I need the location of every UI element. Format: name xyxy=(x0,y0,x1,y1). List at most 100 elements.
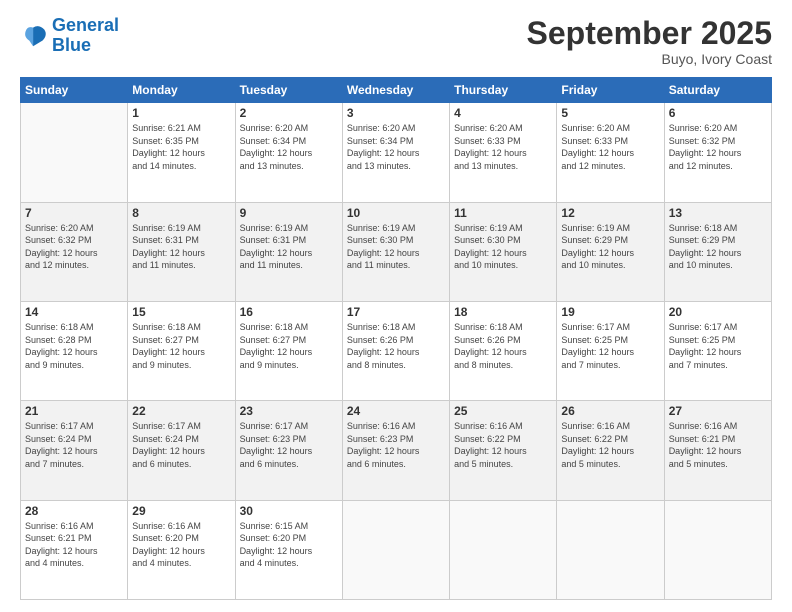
location-subtitle: Buyo, Ivory Coast xyxy=(527,51,772,67)
day-info: Sunrise: 6:16 AMSunset: 6:23 PMDaylight:… xyxy=(347,420,445,470)
calendar-cell xyxy=(21,103,128,202)
calendar-cell: 4Sunrise: 6:20 AMSunset: 6:33 PMDaylight… xyxy=(450,103,557,202)
column-header-monday: Monday xyxy=(128,78,235,103)
day-info: Sunrise: 6:18 AMSunset: 6:29 PMDaylight:… xyxy=(669,222,767,272)
day-number: 23 xyxy=(240,404,338,418)
logo: General Blue xyxy=(20,16,119,56)
calendar-header-row: SundayMondayTuesdayWednesdayThursdayFrid… xyxy=(21,78,772,103)
day-info: Sunrise: 6:19 AMSunset: 6:30 PMDaylight:… xyxy=(454,222,552,272)
calendar-cell: 18 Sunrise: 6:18 AMSunset: 6:26 PMDayligh… xyxy=(450,301,557,400)
page: General Blue September 2025 Buyo, Ivory … xyxy=(0,0,792,612)
calendar-cell: 10Sunrise: 6:19 AMSunset: 6:30 PMDayligh… xyxy=(342,202,449,301)
calendar-cell: 22 Sunrise: 6:17 AMSunset: 6:24 PMDayligh… xyxy=(128,401,235,500)
day-info: Sunrise: 6:16 AMSunset: 6:21 PMDaylight:… xyxy=(669,420,767,470)
day-info: Sunrise: 6:19 AMSunset: 6:30 PMDaylight:… xyxy=(347,222,445,272)
day-number: 19 xyxy=(561,305,659,319)
day-info: Sunrise: 6:20 AMSunset: 6:33 PMDaylight:… xyxy=(561,122,659,172)
calendar-cell: 16Sunrise: 6:18 AMSunset: 6:27 PMDayligh… xyxy=(235,301,342,400)
day-info: Sunrise: 6:17 AMSunset: 6:23 PMDaylight:… xyxy=(240,420,338,470)
calendar-cell: 29Sunrise: 6:16 AMSunset: 6:20 PMDayligh… xyxy=(128,500,235,599)
day-number: 13 xyxy=(669,206,767,220)
day-info: Sunrise: 6:19 AMSunset: 6:31 PMDaylight:… xyxy=(132,222,230,272)
day-number: 1 xyxy=(132,106,230,120)
calendar-cell: 12 Sunrise: 6:19 AMSunset: 6:29 PMDayligh… xyxy=(557,202,664,301)
column-header-wednesday: Wednesday xyxy=(342,78,449,103)
calendar-cell: 11Sunrise: 6:19 AMSunset: 6:30 PMDayligh… xyxy=(450,202,557,301)
calendar-table: SundayMondayTuesdayWednesdayThursdayFrid… xyxy=(20,77,772,600)
month-title: September 2025 xyxy=(527,16,772,51)
calendar-cell: 15 Sunrise: 6:18 AMSunset: 6:27 PMDayligh… xyxy=(128,301,235,400)
calendar-cell: 26Sunrise: 6:16 AMSunset: 6:22 PMDayligh… xyxy=(557,401,664,500)
day-info: Sunrise: 6:20 AMSunset: 6:32 PMDaylight:… xyxy=(25,222,123,272)
day-number: 30 xyxy=(240,504,338,518)
day-number: 6 xyxy=(669,106,767,120)
logo-icon xyxy=(20,22,48,50)
title-block: September 2025 Buyo, Ivory Coast xyxy=(527,16,772,67)
day-info: Sunrise: 6:19 AMSunset: 6:31 PMDaylight:… xyxy=(240,222,338,272)
calendar-cell: 2 Sunrise: 6:20 AMSunset: 6:34 PMDaylight… xyxy=(235,103,342,202)
calendar-cell: 23 Sunrise: 6:17 AMSunset: 6:23 PMDayligh… xyxy=(235,401,342,500)
day-number: 15 xyxy=(132,305,230,319)
day-info: Sunrise: 6:18 AMSunset: 6:28 PMDaylight:… xyxy=(25,321,123,371)
day-number: 5 xyxy=(561,106,659,120)
column-header-sunday: Sunday xyxy=(21,78,128,103)
day-info: Sunrise: 6:19 AMSunset: 6:29 PMDaylight:… xyxy=(561,222,659,272)
day-number: 25 xyxy=(454,404,552,418)
day-number: 7 xyxy=(25,206,123,220)
calendar-cell xyxy=(450,500,557,599)
column-header-thursday: Thursday xyxy=(450,78,557,103)
day-number: 20 xyxy=(669,305,767,319)
day-info: Sunrise: 6:20 AMSunset: 6:34 PMDaylight:… xyxy=(347,122,445,172)
calendar-cell xyxy=(664,500,771,599)
calendar-week-row: 7 Sunrise: 6:20 AMSunset: 6:32 PMDaylight… xyxy=(21,202,772,301)
day-number: 22 xyxy=(132,404,230,418)
calendar-cell: 9 Sunrise: 6:19 AMSunset: 6:31 PMDaylight… xyxy=(235,202,342,301)
day-number: 24 xyxy=(347,404,445,418)
calendar-cell: 27 Sunrise: 6:16 AMSunset: 6:21 PMDayligh… xyxy=(664,401,771,500)
column-header-tuesday: Tuesday xyxy=(235,78,342,103)
day-info: Sunrise: 6:18 AMSunset: 6:26 PMDaylight:… xyxy=(454,321,552,371)
day-number: 21 xyxy=(25,404,123,418)
column-header-saturday: Saturday xyxy=(664,78,771,103)
column-header-friday: Friday xyxy=(557,78,664,103)
day-number: 2 xyxy=(240,106,338,120)
day-info: Sunrise: 6:16 AMSunset: 6:21 PMDaylight:… xyxy=(25,520,123,570)
day-info: Sunrise: 6:17 AMSunset: 6:25 PMDaylight:… xyxy=(561,321,659,371)
calendar-cell: 28Sunrise: 6:16 AMSunset: 6:21 PMDayligh… xyxy=(21,500,128,599)
day-info: Sunrise: 6:21 AMSunset: 6:35 PMDaylight:… xyxy=(132,122,230,172)
calendar-cell: 25 Sunrise: 6:16 AMSunset: 6:22 PMDayligh… xyxy=(450,401,557,500)
day-info: Sunrise: 6:18 AMSunset: 6:26 PMDaylight:… xyxy=(347,321,445,371)
day-number: 4 xyxy=(454,106,552,120)
day-info: Sunrise: 6:20 AMSunset: 6:34 PMDaylight:… xyxy=(240,122,338,172)
day-number: 12 xyxy=(561,206,659,220)
day-info: Sunrise: 6:18 AMSunset: 6:27 PMDaylight:… xyxy=(240,321,338,371)
calendar-cell: 14Sunrise: 6:18 AMSunset: 6:28 PMDayligh… xyxy=(21,301,128,400)
day-number: 18 xyxy=(454,305,552,319)
day-number: 27 xyxy=(669,404,767,418)
day-info: Sunrise: 6:16 AMSunset: 6:20 PMDaylight:… xyxy=(132,520,230,570)
day-number: 8 xyxy=(132,206,230,220)
day-info: Sunrise: 6:16 AMSunset: 6:22 PMDaylight:… xyxy=(454,420,552,470)
calendar-cell: 6 Sunrise: 6:20 AMSunset: 6:32 PMDaylight… xyxy=(664,103,771,202)
calendar-week-row: 1 Sunrise: 6:21 AMSunset: 6:35 PMDaylight… xyxy=(21,103,772,202)
calendar-cell: 19 Sunrise: 6:17 AMSunset: 6:25 PMDayligh… xyxy=(557,301,664,400)
calendar-cell: 13 Sunrise: 6:18 AMSunset: 6:29 PMDayligh… xyxy=(664,202,771,301)
day-info: Sunrise: 6:17 AMSunset: 6:24 PMDaylight:… xyxy=(132,420,230,470)
calendar-cell xyxy=(557,500,664,599)
calendar-cell: 8 Sunrise: 6:19 AMSunset: 6:31 PMDaylight… xyxy=(128,202,235,301)
calendar-cell: 20Sunrise: 6:17 AMSunset: 6:25 PMDayligh… xyxy=(664,301,771,400)
calendar-week-row: 28Sunrise: 6:16 AMSunset: 6:21 PMDayligh… xyxy=(21,500,772,599)
calendar-cell: 21Sunrise: 6:17 AMSunset: 6:24 PMDayligh… xyxy=(21,401,128,500)
day-number: 17 xyxy=(347,305,445,319)
day-number: 9 xyxy=(240,206,338,220)
day-info: Sunrise: 6:15 AMSunset: 6:20 PMDaylight:… xyxy=(240,520,338,570)
calendar-cell: 1 Sunrise: 6:21 AMSunset: 6:35 PMDaylight… xyxy=(128,103,235,202)
calendar-cell: 17 Sunrise: 6:18 AMSunset: 6:26 PMDayligh… xyxy=(342,301,449,400)
day-info: Sunrise: 6:18 AMSunset: 6:27 PMDaylight:… xyxy=(132,321,230,371)
logo-text: General Blue xyxy=(52,16,119,56)
day-number: 3 xyxy=(347,106,445,120)
calendar-cell: 30 Sunrise: 6:15 AMSunset: 6:20 PMDayligh… xyxy=(235,500,342,599)
calendar-cell: 7 Sunrise: 6:20 AMSunset: 6:32 PMDaylight… xyxy=(21,202,128,301)
day-info: Sunrise: 6:20 AMSunset: 6:32 PMDaylight:… xyxy=(669,122,767,172)
calendar-cell: 3 Sunrise: 6:20 AMSunset: 6:34 PMDaylight… xyxy=(342,103,449,202)
